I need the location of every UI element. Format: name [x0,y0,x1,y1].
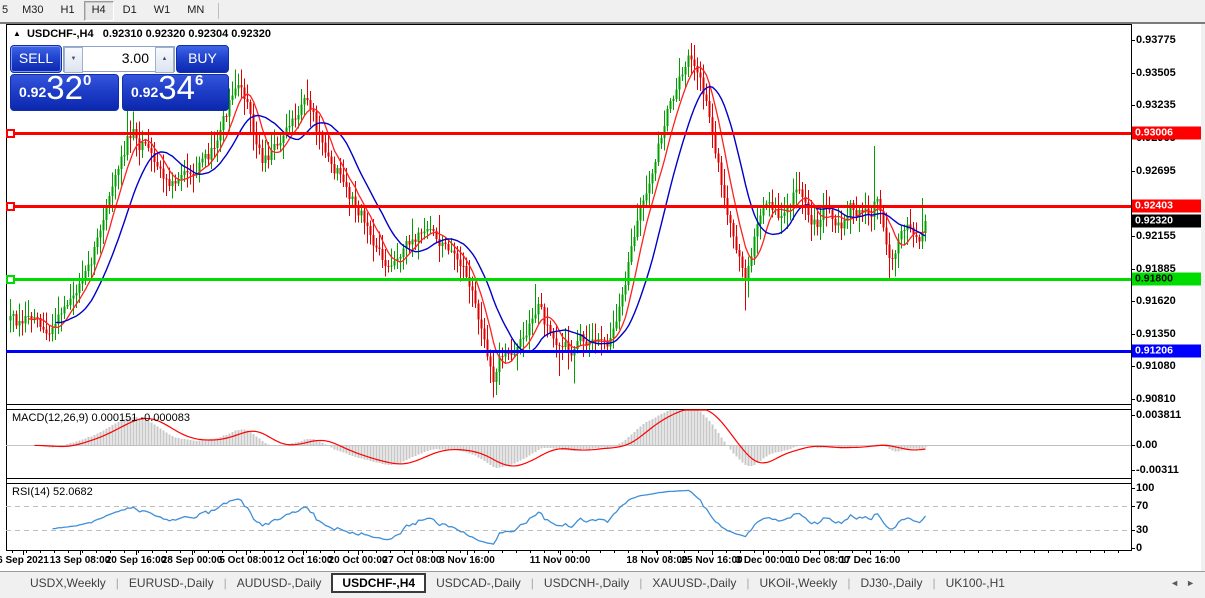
chart-tab-usdchf-h4[interactable]: USDCHF-,H4 [331,573,426,593]
volume-increase-button[interactable]: ▲ [155,47,174,73]
chart-tab-usdcad-daily[interactable]: USDCAD-,Daily [426,574,531,592]
sell-price-pip: 0 [83,72,91,89]
timeframe-button-d1[interactable]: D1 [115,1,145,21]
chart-tab-bar: USDX,Weekly|EURUSD-,Daily|AUDUSD-,DailyU… [0,571,1205,598]
sell-price-big: 32 [46,69,83,106]
timeframe-toolbar: 5M30H1H4D1W1MN [0,0,1205,24]
volume-spinner: ▼ 3.00 ▲ [63,46,175,72]
timeframe-button-h1[interactable]: H1 [53,1,83,21]
chart-tab-audusd-daily[interactable]: AUDUSD-,Daily [227,574,332,592]
chart-ohlc-values: 0.92310 0.92320 0.92304 0.92320 [103,28,271,40]
timeframe-button-h4[interactable]: H4 [84,1,114,21]
chart-title: ▲ USDCHF-,H4 0.92310 0.92320 0.92304 0.9… [13,28,271,40]
window-right-edge [1201,0,1205,598]
tab-scroll-left-icon[interactable]: ◄ [1170,578,1186,588]
sell-price-prefix: 0.92 [19,84,46,100]
mt4-terminal: 5M30H1H4D1W1MN ▲ USDCHF-,H4 0.92310 0.92… [0,0,1205,598]
buy-price-prefix: 0.92 [131,84,158,100]
timeframe-button-5[interactable]: 5 [0,1,13,21]
volume-decrease-button[interactable]: ▼ [64,47,83,73]
chart-tabs: USDX,Weekly|EURUSD-,Daily|AUDUSD-,DailyU… [20,574,1015,593]
macd-label: MACD(12,26,9) 0.000151 -0.000083 [12,412,190,424]
timeframe-button-mn[interactable]: MN [179,1,212,21]
buy-price-pip: 6 [195,72,203,89]
collapse-arrow-icon[interactable]: ▲ [13,29,21,38]
buy-price-big: 34 [158,69,195,106]
tab-scroll-right-icon[interactable]: ► [1186,578,1202,588]
timeframe-button-m30[interactable]: M30 [14,1,51,21]
timeframe-button-w1[interactable]: W1 [146,1,179,21]
one-click-trade-panel: SELL ▼ 3.00 ▲ BUY 0.92320 0.92346 [10,45,227,109]
timeframe-buttons: 5M30H1H4D1W1MN [0,1,213,21]
chart-tab-usdx-weekly[interactable]: USDX,Weekly [20,574,116,592]
chart-tab-xauusd-daily[interactable]: XAUUSD-,Daily [642,574,746,592]
chart-tab-ukoil-weekly[interactable]: UKOil-,Weekly [750,574,848,592]
chart-tab-dj30-daily[interactable]: DJ30-,Daily [850,574,932,592]
tab-scroll-arrows[interactable]: ◄► [1170,578,1202,588]
chart-symbol-period: USDCHF-,H4 [27,28,94,40]
rsi-label: RSI(14) 52.0682 [12,486,93,498]
rsi-indicator [6,490,1131,544]
toolbar-separator [218,3,219,19]
chart-tab-usdcnh-daily[interactable]: USDCNH-,Daily [534,574,639,592]
sell-price-button[interactable]: 0.92320 [10,74,119,111]
horizontal-level-lines[interactable] [6,130,1131,352]
chart-tab-eurusd-daily[interactable]: EURUSD-,Daily [119,574,224,592]
chart-tab-uk100-h1[interactable]: UK100-,H1 [936,574,1015,592]
volume-input[interactable]: 3.00 [83,47,155,71]
axis-ticks [13,41,1136,556]
buy-price-button[interactable]: 0.92346 [122,74,229,111]
